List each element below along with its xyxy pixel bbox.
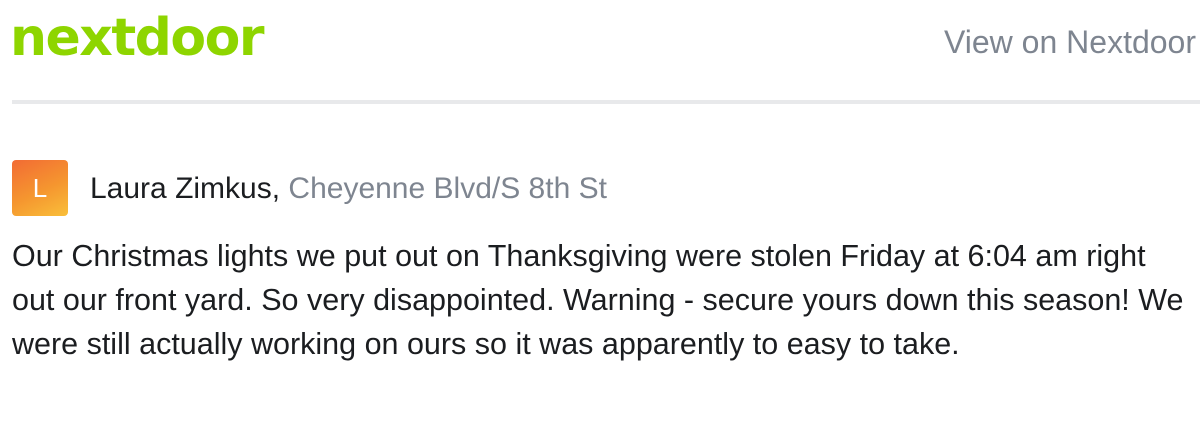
view-on-nextdoor-link[interactable]: View on Nextdoor <box>944 20 1196 64</box>
author-separator: , <box>271 172 289 205</box>
header-divider <box>12 100 1200 104</box>
header: nextdoor View on Nextdoor <box>0 0 1200 104</box>
author-row: L Laura Zimkus, Cheyenne Blvd/S 8th St <box>12 160 1188 216</box>
author-location[interactable]: Cheyenne Blvd/S 8th St <box>288 172 607 205</box>
post: L Laura Zimkus, Cheyenne Blvd/S 8th St O… <box>12 160 1188 366</box>
author-line: Laura Zimkus, Cheyenne Blvd/S 8th St <box>90 170 607 208</box>
avatar[interactable]: L <box>12 160 68 216</box>
author-name[interactable]: Laura Zimkus <box>90 172 272 205</box>
post-body: Our Christmas lights we put out on Thank… <box>12 239 1184 361</box>
nextdoor-logo[interactable]: nextdoor <box>10 2 265 74</box>
